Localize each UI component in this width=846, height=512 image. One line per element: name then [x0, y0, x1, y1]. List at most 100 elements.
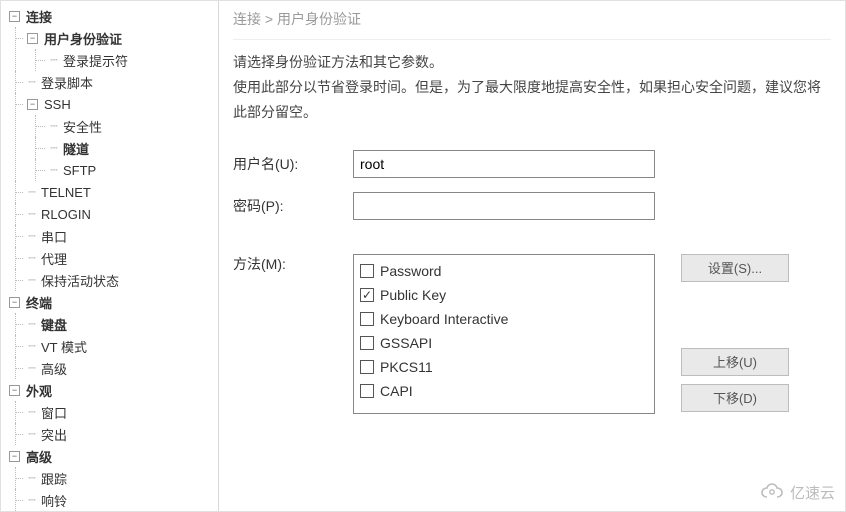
leaf-icon: ┈	[27, 185, 37, 199]
tree-item-security[interactable]: ┈ 安全性	[1, 115, 218, 137]
method-item[interactable]: Public Key	[360, 283, 648, 307]
tree-label: 串口	[39, 227, 69, 246]
method-item-label: PKCS11	[380, 359, 433, 375]
checkbox-icon[interactable]	[360, 384, 374, 398]
tree-item-auth[interactable]: − 用户身份验证	[1, 27, 218, 49]
method-item[interactable]: CAPI	[360, 379, 648, 403]
checkbox-icon[interactable]	[360, 360, 374, 374]
leaf-icon: ┈	[27, 361, 37, 375]
leaf-icon: ┈	[49, 53, 59, 67]
checkbox-icon[interactable]	[360, 312, 374, 326]
tree-label: 外观	[24, 381, 54, 400]
checkbox-icon[interactable]	[360, 288, 374, 302]
leaf-icon: ┈	[49, 119, 59, 133]
tree-label: SSH	[42, 97, 73, 112]
tree-item-login-script[interactable]: ┈ 登录脚本	[1, 71, 218, 93]
collapse-icon[interactable]: −	[9, 11, 20, 22]
method-item-label: CAPI	[380, 383, 413, 399]
tree-item-sftp[interactable]: ┈ SFTP	[1, 159, 218, 181]
method-item-label: Keyboard Interactive	[380, 311, 508, 327]
leaf-icon: ┈	[27, 317, 37, 331]
tree-label: RLOGIN	[39, 207, 93, 222]
tree-item-window[interactable]: ┈ 窗口	[1, 401, 218, 423]
tree-item-serial[interactable]: ┈ 串口	[1, 225, 218, 247]
tree-label: 高级	[24, 447, 54, 466]
tree-label: 隧道	[61, 139, 91, 158]
settings-button[interactable]: 设置(S)...	[681, 254, 789, 282]
leaf-icon: ┈	[49, 141, 59, 155]
checkbox-icon[interactable]	[360, 264, 374, 278]
move-down-button[interactable]: 下移(D)	[681, 384, 789, 412]
tree-item-connection[interactable]: − 连接	[1, 5, 218, 27]
leaf-icon: ┈	[27, 207, 37, 221]
leaf-icon: ┈	[27, 493, 37, 507]
method-item-label: Password	[380, 263, 441, 279]
collapse-icon[interactable]: −	[9, 297, 20, 308]
username-input[interactable]	[353, 150, 655, 178]
tree-item-appearance[interactable]: − 外观	[1, 379, 218, 401]
tree-label: 窗口	[39, 403, 69, 422]
tree-label: 突出	[39, 425, 69, 444]
tree-label: 跟踪	[39, 469, 69, 488]
tree-item-vtmode[interactable]: ┈ VT 模式	[1, 335, 218, 357]
collapse-icon[interactable]: −	[9, 385, 20, 396]
tree-item-proxy[interactable]: ┈ 代理	[1, 247, 218, 269]
tree-item-advanced[interactable]: − 高级	[1, 445, 218, 467]
collapse-icon[interactable]: −	[27, 99, 38, 110]
method-listbox[interactable]: Password Public Key Keyboard Interactive GS…	[353, 254, 655, 414]
tree-item-bell[interactable]: ┈ 响铃	[1, 489, 218, 511]
tree-label: 连接	[24, 7, 54, 26]
tree-label: 终端	[24, 293, 54, 312]
tree-label: 代理	[39, 249, 69, 268]
tree-label: 用户身份验证	[42, 29, 124, 48]
tree-item-tunnel[interactable]: ┈ 隧道	[1, 137, 218, 159]
collapse-icon[interactable]: −	[27, 33, 38, 44]
password-label: 密码(P):	[233, 196, 353, 216]
leaf-icon: ┈	[27, 339, 37, 353]
leaf-icon: ┈	[27, 75, 37, 89]
tree-label: 登录脚本	[39, 73, 95, 92]
leaf-icon: ┈	[49, 163, 59, 177]
watermark: 亿速云	[760, 482, 835, 503]
leaf-icon: ┈	[27, 427, 37, 441]
checkbox-icon[interactable]	[360, 336, 374, 350]
leaf-icon: ┈	[27, 405, 37, 419]
tree-item-ssh[interactable]: − SSH	[1, 93, 218, 115]
leaf-icon: ┈	[27, 471, 37, 485]
tree-label: SFTP	[61, 163, 98, 178]
watermark-text: 亿速云	[790, 482, 835, 503]
description-text: 请选择身份验证方法和其它参数。使用此部分以节省登录时间。但是，为了最大限度地提高…	[233, 40, 831, 150]
tree-item-terminal[interactable]: − 终端	[1, 291, 218, 313]
method-item[interactable]: GSSAPI	[360, 331, 648, 355]
tree-label: 登录提示符	[61, 51, 130, 70]
tree-item-trace[interactable]: ┈ 跟踪	[1, 467, 218, 489]
tree-label: 响铃	[39, 491, 69, 510]
tree-item-telnet[interactable]: ┈ TELNET	[1, 181, 218, 203]
tree-item-rlogin[interactable]: ┈ RLOGIN	[1, 203, 218, 225]
method-item[interactable]: Keyboard Interactive	[360, 307, 648, 331]
tree-item-adv-term[interactable]: ┈ 高级	[1, 357, 218, 379]
method-item[interactable]: Password	[360, 259, 648, 283]
tree-item-highlight[interactable]: ┈ 突出	[1, 423, 218, 445]
tree-label: 保持活动状态	[39, 271, 121, 290]
password-input[interactable]	[353, 192, 655, 220]
method-label: 方法(M):	[233, 254, 353, 274]
method-item-label: GSSAPI	[380, 335, 432, 351]
tree-item-keyboard[interactable]: ┈ 键盘	[1, 313, 218, 335]
tree-label: TELNET	[39, 185, 93, 200]
tree-label: VT 模式	[39, 337, 89, 356]
leaf-icon: ┈	[27, 273, 37, 287]
leaf-icon: ┈	[27, 251, 37, 265]
breadcrumb: 连接 > 用户身份验证	[233, 7, 831, 40]
tree-item-login-prompt[interactable]: ┈ 登录提示符	[1, 49, 218, 71]
category-tree: − 连接 − 用户身份验证 ┈ 登录提示符	[1, 1, 219, 511]
method-item[interactable]: PKCS11	[360, 355, 648, 379]
tree-label: 高级	[39, 359, 69, 378]
collapse-icon[interactable]: −	[9, 451, 20, 462]
leaf-icon: ┈	[27, 229, 37, 243]
tree-label: 键盘	[39, 315, 69, 334]
tree-item-keepalive[interactable]: ┈ 保持活动状态	[1, 269, 218, 291]
tree-label: 安全性	[61, 117, 104, 136]
move-up-button[interactable]: 上移(U)	[681, 348, 789, 376]
method-item-label: Public Key	[380, 287, 446, 303]
